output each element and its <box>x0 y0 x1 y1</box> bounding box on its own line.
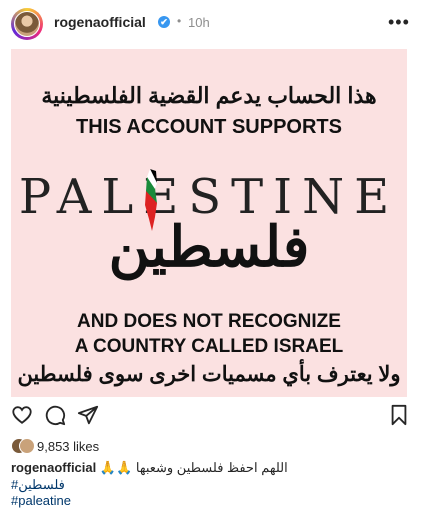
caption-username[interactable]: rogenaofficial <box>11 460 96 475</box>
username[interactable]: rogenaofficial <box>54 14 146 30</box>
separator: • <box>177 14 182 28</box>
likes-count[interactable]: 9,853 likes <box>37 439 99 454</box>
hashtag[interactable]: #paleatine <box>11 493 71 508</box>
palestine-arabic-text: فلسطين <box>108 215 310 278</box>
post-time[interactable]: 10h <box>188 15 210 30</box>
liker-avatar <box>19 438 35 454</box>
share-icon[interactable] <box>77 404 99 426</box>
caption: rogenaofficial 🙏🙏 اللهم احفظ فلسطين وشعب… <box>11 460 288 476</box>
heart-icon[interactable] <box>11 404 33 426</box>
english-top-text: THIS ACCOUNT SUPPORTS <box>76 116 342 138</box>
english-line-1: AND DOES NOT RECOGNIZE <box>77 311 341 332</box>
verified-icon: ✔ <box>158 16 170 28</box>
avatar[interactable] <box>11 8 43 40</box>
post-image[interactable]: هذا الحساب يدعم القضية الفلسطينية THIS A… <box>11 49 407 397</box>
more-options-icon[interactable]: ••• <box>388 12 410 33</box>
action-bar <box>0 404 427 432</box>
arabic-top-text: هذا الحساب يدعم القضية الفلسطينية <box>41 83 377 108</box>
comment-icon[interactable] <box>44 404 66 426</box>
post-header: rogenaofficial ✔ • 10h ••• <box>0 0 427 50</box>
arabic-bottom-text: ولا يعترف بأي مسميات اخرى سوى فلسطين <box>17 363 401 386</box>
bookmark-icon[interactable] <box>389 404 409 426</box>
hashtag[interactable]: #فلسطين <box>11 477 65 493</box>
caption-text: 🙏🙏 اللهم احفظ فلسطين وشعبها <box>99 460 288 475</box>
english-line-2: A COUNTRY CALLED ISRAEL <box>74 336 344 357</box>
